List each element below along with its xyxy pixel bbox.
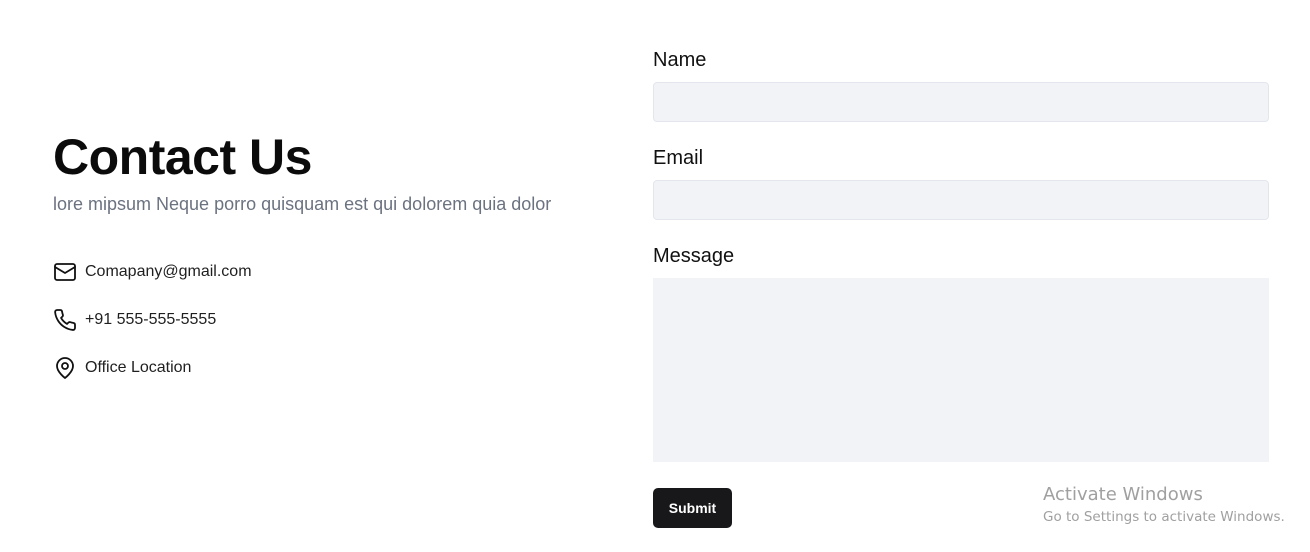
mail-icon xyxy=(53,260,77,284)
windows-activation-watermark: Activate Windows Go to Settings to activ… xyxy=(1043,483,1285,527)
submit-button[interactable]: Submit xyxy=(653,488,732,528)
contact-form: Name Email Message xyxy=(653,46,1269,462)
contact-email-text: Comapany@gmail.com xyxy=(85,263,252,280)
message-textarea[interactable] xyxy=(653,278,1269,462)
page-title: Contact Us xyxy=(53,129,312,185)
contact-info-section: Contact Us lore mipsum Neque porro quisq… xyxy=(53,128,613,392)
location-pin-icon xyxy=(53,356,77,380)
contact-phone-item: +91 555-555-5555 xyxy=(53,296,613,344)
page-subtitle: lore mipsum Neque porro quisquam est qui… xyxy=(53,194,552,214)
watermark-title: Activate Windows xyxy=(1043,484,1203,505)
name-label: Name xyxy=(653,49,707,71)
email-label: Email xyxy=(653,147,704,169)
contact-location-text: Office Location xyxy=(85,359,192,376)
contact-location-item: Office Location xyxy=(53,344,613,392)
watermark-subtitle: Go to Settings to activate Windows. xyxy=(1043,509,1285,525)
contact-phone-text: +91 555-555-5555 xyxy=(85,311,217,328)
email-input[interactable] xyxy=(653,180,1269,220)
contact-details-list: Comapany@gmail.com +91 555-555-5555 Offi… xyxy=(53,248,613,392)
contact-page: Contact Us lore mipsum Neque porro quisq… xyxy=(0,0,1310,552)
name-input[interactable] xyxy=(653,82,1269,122)
phone-icon xyxy=(53,308,77,332)
contact-email-item: Comapany@gmail.com xyxy=(53,248,613,296)
message-label: Message xyxy=(653,245,735,267)
